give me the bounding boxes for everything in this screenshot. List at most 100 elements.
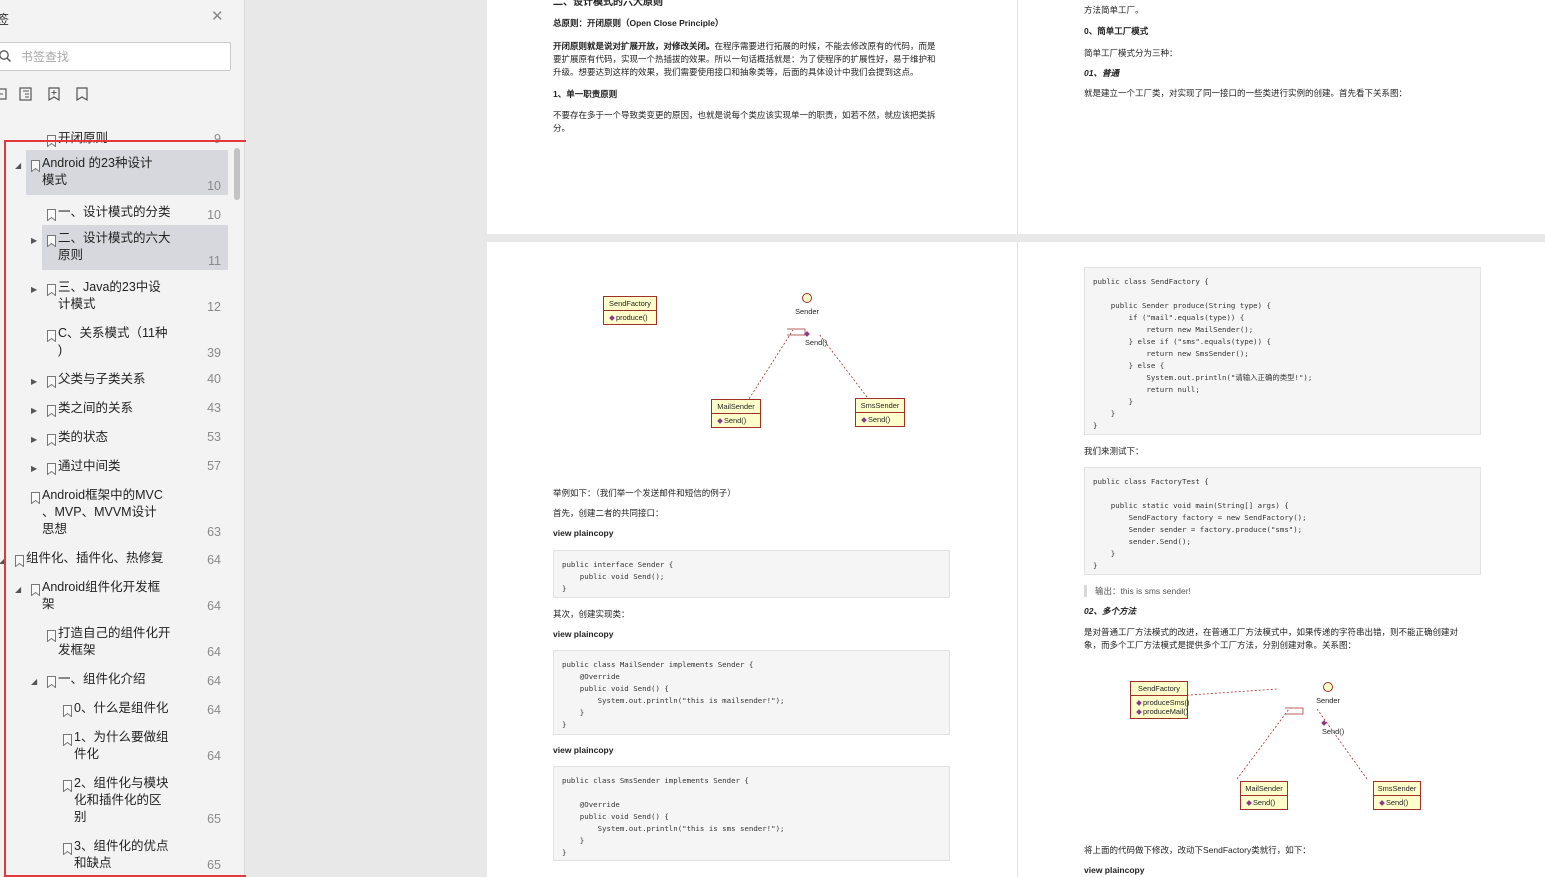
- paragraph-line: 开闭原则就是说对扩展开放，对修改关闭。在程序需要进行拓展的时候，不能去修改原有的…: [553, 40, 936, 53]
- expand-arrow-icon[interactable]: ◢: [15, 162, 23, 170]
- uml-class-mailsender: MailSender Send(): [711, 399, 761, 428]
- bookmark-item[interactable]: ◢ 组件化、插件化、热修复 64: [0, 545, 244, 569]
- uml-class-ops: Send(): [1374, 796, 1420, 809]
- bookmark-item[interactable]: ▶ 类之间的关系 43: [0, 395, 244, 419]
- uml-class-name: SmsSender: [1374, 782, 1420, 796]
- method-icon: [1136, 709, 1142, 715]
- bookmark-item[interactable]: 2、组件化与模块 化和插件化的区 别 65: [0, 770, 244, 832]
- bookmark-label: 1、为什么要做组 件化: [74, 730, 169, 761]
- collapse-arrow-icon[interactable]: ▶: [31, 407, 39, 415]
- paragraph-line: 不要存在多于一个导致类变更的原因，也就是说每个类应该实现单一的职责，如若不然，就…: [553, 110, 936, 120]
- bookmark-page-number: 11: [208, 254, 221, 268]
- bookmark-icon: [31, 160, 40, 172]
- bookmark-page-number: 64: [207, 599, 221, 613]
- bookmark-item[interactable]: ▶ 三、Java的23中设 计模式 12: [0, 274, 244, 316]
- uml-operation: produceSms(): [1136, 698, 1189, 707]
- collapse-arrow-icon[interactable]: ▶: [31, 465, 39, 473]
- bookmark-item[interactable]: C、关系模式（11种 ) 39: [0, 320, 244, 362]
- view-plain-link[interactable]: view plaincopy: [553, 527, 613, 540]
- close-icon[interactable]: ✕: [211, 9, 224, 25]
- method-icon: [861, 417, 867, 423]
- method-icon: [1246, 800, 1252, 806]
- bookmark-item[interactable]: ▶ 通过中间类 57: [0, 453, 244, 477]
- uml-operation-label: produce(): [616, 313, 648, 322]
- column-divider: [1017, 0, 1018, 234]
- collapse-arrow-icon[interactable]: ▶: [31, 378, 39, 386]
- code-text: public class MailSender implements Sende…: [562, 660, 785, 729]
- bookmark-page-number: 64: [207, 553, 221, 567]
- bookmark-page-number: 64: [207, 703, 221, 717]
- emphasis: 开闭原则就是说对扩展开放，对修改关闭。: [553, 41, 715, 51]
- collapse-all-icon[interactable]: [18, 86, 34, 102]
- bookmark-page-number: 12: [207, 300, 221, 314]
- paragraph-line: 举例如下：（我们举一个发送邮件和短信的例子）: [553, 488, 736, 498]
- bookmark-icon: [47, 676, 56, 688]
- bookmark-item[interactable]: 一、设计模式的分类 10: [0, 199, 244, 225]
- bookmark-item[interactable]: 3、组件化的优点 和缺点 65: [0, 833, 244, 875]
- bookmark-search-input[interactable]: [21, 48, 221, 66]
- code-text: public interface Sender { public void Se…: [562, 560, 674, 593]
- uml-operation-label: Send(): [1322, 727, 1345, 736]
- bookmark-item[interactable]: ▶ 类的状态 53: [0, 424, 244, 448]
- bookmark-icon: [63, 780, 72, 792]
- code-text: public class SmsSender implements Sender…: [562, 776, 785, 857]
- bookmark-icon: [47, 405, 56, 417]
- bookmark-label: 父类与子类关系: [58, 372, 146, 386]
- collapse-arrow-icon[interactable]: ▶: [31, 237, 39, 245]
- uml-class-name: SmsSender: [856, 399, 904, 413]
- uml-operation: produceMail(): [1136, 707, 1188, 716]
- uml-operation: Send(): [1379, 798, 1417, 807]
- bookmark-page-number: 10: [207, 208, 221, 222]
- bookmark-label: 打造自己的组件化开 发框架: [58, 626, 171, 657]
- bookmark-item[interactable]: ▶ 二、设计模式的六大 原则 11: [0, 225, 244, 270]
- code-block: public class MailSender implements Sende…: [553, 650, 950, 735]
- sidebar-scrollbar-thumb[interactable]: [234, 148, 240, 200]
- uml-operation-label: produceSms(): [1143, 698, 1190, 707]
- expand-arrow-icon[interactable]: ◢: [15, 586, 23, 594]
- bookmark-search-box: [0, 42, 231, 71]
- paragraph-line: 分。: [553, 123, 571, 133]
- bookmark-page-number: 64: [207, 674, 221, 688]
- paragraph-line: 要扩展原有代码，实现一个热插拔的效果。所以一句话概括就是：为了使程序的扩展性好，…: [553, 54, 936, 64]
- bookmark-item[interactable]: ◢ 一、组件化介绍 64: [0, 666, 244, 690]
- document-viewport[interactable]: 二、设计模式的六大原则 总原则：开闭原则（Open Close Principl…: [246, 0, 1545, 877]
- paragraph-line: 其次，创建实现类：: [553, 609, 630, 619]
- view-plain-link[interactable]: view plaincopy: [553, 628, 613, 641]
- bookmark-page-number: 10: [207, 179, 221, 193]
- bookmark-icon[interactable]: [74, 86, 90, 102]
- uml-interface-sender: Sender Send(): [1308, 682, 1348, 736]
- bookmark-item[interactable]: 开闭原则 9: [0, 125, 244, 147]
- collapse-arrow-icon[interactable]: ▶: [31, 436, 39, 444]
- bookmark-label: 类的状态: [58, 430, 109, 444]
- bookmark-item[interactable]: ◢ Android 的23种设计 模式 10: [0, 150, 244, 195]
- bookmark-item[interactable]: ◢ Android组件化开发框 架 64: [0, 574, 244, 616]
- section-title: 0、简单工厂模式: [1084, 26, 1149, 36]
- bookmark-item[interactable]: 0、什么是组件化 64: [0, 695, 244, 719]
- bookmark-label: C、关系模式（11种 ): [58, 326, 168, 357]
- collapse-arrow-icon[interactable]: ▶: [31, 286, 39, 294]
- bookmark-icon: [47, 330, 56, 342]
- bookmark-item[interactable]: Android框架中的MVC 、MVP、MVVM设计 思想 63: [0, 482, 244, 540]
- expand-arrow-icon[interactable]: ◢: [31, 678, 39, 686]
- pdf-page-2: SendFactory produce() Sender Send() Mail…: [487, 242, 1545, 877]
- expand-all-icon[interactable]: [0, 86, 10, 102]
- add-bookmark-icon[interactable]: [46, 86, 62, 102]
- bookmark-item[interactable]: 打造自己的组件化开 发框架 64: [0, 620, 244, 662]
- subsection-title: 01、普通: [1084, 68, 1119, 78]
- uml-class-name: SendFactory: [604, 297, 656, 311]
- expand-arrow-icon[interactable]: ◢: [0, 557, 7, 565]
- view-plain-link[interactable]: view plaincopy: [1084, 864, 1144, 877]
- method-icon: [804, 331, 810, 337]
- bookmark-item[interactable]: 1、为什么要做组 件化 64: [0, 724, 244, 766]
- view-plain-link[interactable]: view plaincopy: [553, 744, 613, 757]
- bookmark-label: 通过中间类: [58, 459, 121, 473]
- uml-operation: Send(): [1246, 798, 1284, 807]
- bookmark-page-number: 65: [207, 858, 221, 872]
- bookmark-item[interactable]: ▶ 父类与子类关系 40: [0, 366, 244, 390]
- paragraph-line: 就是建立一个工厂类，对实现了同一接口的一些类进行实例的创建。首先看下关系图：: [1084, 88, 1408, 98]
- paragraph-line: 将上面的代码做下修改，改动下SendFactory类就行，如下：: [1084, 845, 1311, 855]
- bookmark-icon: [63, 843, 72, 855]
- search-icon: [0, 50, 11, 62]
- bookmark-page-number: 43: [207, 401, 221, 415]
- bookmark-label: Android组件化开发框 架: [42, 580, 161, 611]
